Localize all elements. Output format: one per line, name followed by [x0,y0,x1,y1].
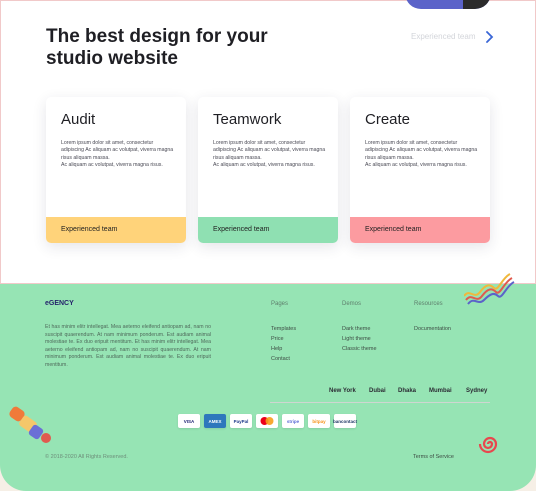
footer-link[interactable]: Light theme [342,334,377,344]
footer-col-heading-pages: Pages [271,301,289,307]
card-footer[interactable]: Experienced team [46,217,186,243]
footer-link[interactable]: Contact [271,354,296,364]
footer-brand-logo[interactable]: eGENCY [45,300,74,307]
decorative-shape [405,0,491,9]
site-footer: eGENCY Et has minim elitr intellegat. Me… [0,273,536,491]
card-footer[interactable]: Experienced team [350,217,490,243]
city-link[interactable]: Sydney [466,388,487,394]
footer-divider [270,402,490,403]
page-headline: The best design for your studio website [46,26,268,69]
card-body: Lorem ipsum dolor sit amet, consectetur … [365,140,478,168]
visa-icon: VISA [178,414,200,428]
footer-link[interactable]: Price [271,334,296,344]
terms-link[interactable]: Terms of Service [413,454,454,460]
card-footer[interactable]: Experienced team [198,217,338,243]
card-title: Audit [61,111,96,128]
hero-section: The best design for your studio website … [0,0,536,284]
footer-link[interactable]: Dark theme [342,324,377,334]
card-create[interactable]: Create Lorem ipsum dolor sit amet, conse… [350,97,490,243]
card-title: Create [365,111,411,128]
brush-decoration-icon [9,406,51,443]
city-link[interactable]: Dubai [369,388,386,394]
bitpay-icon: bitpay [308,414,330,428]
mastercard-circles-icon [260,417,274,425]
footer-link[interactable]: Help [271,344,296,354]
stripe-icon: stripe [282,414,304,428]
footer-col-heading-resources: Resources [414,301,443,307]
card-teamwork[interactable]: Teamwork Lorem ipsum dolor sit amet, con… [198,97,338,243]
footer-col-pages: Templates Price Help Contact [271,324,296,364]
copyright-text: © 2018-2020 All Rights Reserved. [45,454,128,460]
card-audit[interactable]: Audit Lorem ipsum dolor sit amet, consec… [46,97,186,243]
footer-col-resources: Documentation [414,324,451,334]
city-link[interactable]: New York [329,388,356,394]
amex-icon: AMEX [204,414,226,428]
chevron-right-icon[interactable] [484,31,495,43]
squiggle-decoration-icon [464,273,515,305]
paypal-icon: PayPal [230,414,252,428]
city-link[interactable]: Dhaka [398,388,416,394]
footer-link[interactable]: Classic theme [342,344,377,354]
spiral-decoration-icon [478,436,498,454]
card-body: Lorem ipsum dolor sit amet, consectetur … [213,140,326,168]
footer-link[interactable]: Templates [271,324,296,334]
footer-about-text: Et has minim elitr intellegat. Mea aeter… [45,324,211,368]
city-link[interactable]: Mumbai [429,388,452,394]
bancontact-icon: bancontact [333,414,357,428]
card-body: Lorem ipsum dolor sit amet, consectetur … [61,140,174,168]
footer-col-heading-demos: Demos [342,301,362,307]
footer-col-demos: Dark theme Light theme Classic theme [342,324,377,354]
footer-link[interactable]: Documentation [414,324,451,334]
explore-link[interactable]: Experienced team [411,32,475,41]
card-title: Teamwork [213,111,282,128]
